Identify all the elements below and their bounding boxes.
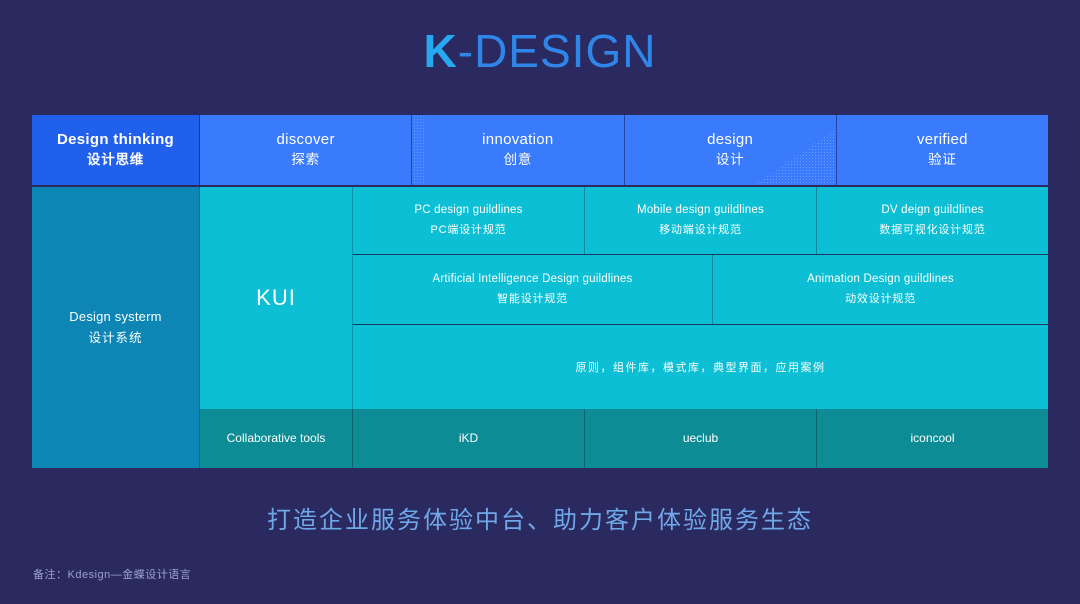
matrix-right-stack: KUI PC design guildlines PC端设计规范 Mobile … bbox=[200, 187, 1048, 468]
tool-cell-ikd[interactable]: iKD bbox=[353, 409, 585, 468]
design-system-label-en: Design systerm bbox=[69, 308, 162, 324]
design-system-matrix: Design thinking 设计思维 discover 探索 innovat… bbox=[32, 115, 1048, 468]
guideline-cell-pc-en: PC design guildlines bbox=[414, 204, 523, 217]
stage-header-row: Design thinking 设计思维 discover 探索 innovat… bbox=[32, 115, 1048, 185]
header-cell-innovation-en: innovation bbox=[482, 130, 554, 148]
guideline-cell-animation[interactable]: Animation Design guildlines 动效设计规范 bbox=[713, 255, 1048, 324]
header-cell-discover-en: discover bbox=[276, 130, 335, 148]
guideline-cell-dv-en: DV deign guildlines bbox=[881, 204, 984, 217]
guideline-cell-mobile[interactable]: Mobile design guildlines 移动端设计规范 bbox=[585, 187, 817, 254]
guideline-cell-animation-en: Animation Design guildlines bbox=[807, 273, 954, 286]
guideline-cell-pc-cn: PC端设计规范 bbox=[430, 223, 507, 236]
kui-label: KUI bbox=[256, 285, 296, 310]
guideline-cell-dv-cn: 数据可视化设计规范 bbox=[879, 223, 986, 236]
header-cell-design-en: design bbox=[707, 130, 754, 148]
guideline-cell-mobile-en: Mobile design guildlines bbox=[637, 204, 764, 217]
matrix-body: Design systerm 设计系统 KUI PC design guildl… bbox=[32, 187, 1048, 468]
tool-cell-ikd-label: iKD bbox=[458, 430, 479, 445]
guideline-cell-assets-cn: 原则，组件库，模式库，典型界面，应用案例 bbox=[575, 362, 826, 374]
design-system-label-cn: 设计系统 bbox=[88, 330, 143, 345]
collaborative-tools-label-cell[interactable]: Collaborative tools bbox=[200, 409, 353, 468]
tool-cell-iconcool-label: iconcool bbox=[910, 430, 955, 445]
guideline-cell-mobile-cn: 移动端设计规范 bbox=[659, 223, 742, 236]
tool-cell-ueclub[interactable]: ueclub bbox=[585, 409, 817, 468]
header-cell-verified-cn: 验证 bbox=[928, 152, 957, 167]
header-cell-design-thinking[interactable]: Design thinking 设计思维 bbox=[32, 115, 200, 185]
tagline: 打造企业服务体验中台、助力客户体验服务生态 bbox=[267, 507, 813, 534]
header-cell-verified[interactable]: verified 验证 bbox=[836, 115, 1048, 185]
kui-block: KUI PC design guildlines PC端设计规范 Mobile … bbox=[200, 187, 1048, 409]
page-title-rest: -DESIGN bbox=[457, 25, 657, 77]
kui-label-cell[interactable]: KUI bbox=[200, 187, 353, 409]
header-cell-innovation-cn: 创意 bbox=[503, 152, 533, 167]
header-cell-verified-en: verified bbox=[916, 130, 968, 148]
tool-cell-ueclub-label: ueclub bbox=[682, 430, 719, 445]
guideline-cell-ai[interactable]: Artificial Intelligence Design guildline… bbox=[353, 255, 713, 324]
guideline-row-assets: 原则，组件库，模式库，典型界面，应用案例 bbox=[353, 325, 1048, 409]
collaborative-tools-row: Collaborative tools iKD ueclub iconcool bbox=[200, 409, 1048, 468]
guideline-row-platforms: PC design guildlines PC端设计规范 Mobile desi… bbox=[353, 187, 1048, 255]
guideline-cell-ai-cn: 智能设计规范 bbox=[497, 292, 568, 305]
header-cell-discover-cn: 探索 bbox=[291, 152, 320, 167]
design-system-label-cell[interactable]: Design systerm 设计系统 bbox=[32, 187, 200, 468]
header-cell-design-thinking-cn: 设计思维 bbox=[86, 152, 145, 167]
guideline-cell-pc[interactable]: PC design guildlines PC端设计规范 bbox=[353, 187, 585, 254]
header-cell-design-thinking-en: Design thinking bbox=[57, 130, 174, 148]
collaborative-tools-label: Collaborative tools bbox=[226, 430, 326, 445]
guideline-stack: PC design guildlines PC端设计规范 Mobile desi… bbox=[353, 187, 1048, 409]
tool-cell-iconcool[interactable]: iconcool bbox=[817, 409, 1048, 468]
guideline-cell-ai-en: Artificial Intelligence Design guildline… bbox=[432, 273, 633, 286]
page-title-accent: K bbox=[423, 25, 458, 77]
page-title: K-DESIGN bbox=[0, 28, 1080, 74]
footnote: 备注：Kdesign—金蝶设计语言 bbox=[33, 569, 192, 581]
header-cell-design-cn: 设计 bbox=[715, 152, 745, 167]
header-cell-innovation[interactable]: innovation 创意 bbox=[412, 115, 625, 185]
header-cell-discover[interactable]: discover 探索 bbox=[200, 115, 413, 185]
guideline-cell-dv[interactable]: DV deign guildlines 数据可视化设计规范 bbox=[817, 187, 1048, 254]
guideline-cell-animation-cn: 动效设计规范 bbox=[845, 292, 916, 305]
guideline-cell-assets[interactable]: 原则，组件库，模式库，典型界面，应用案例 bbox=[353, 325, 1048, 409]
guideline-row-advanced: Artificial Intelligence Design guildline… bbox=[353, 255, 1048, 325]
header-cell-design[interactable]: design 设计 bbox=[624, 115, 837, 185]
